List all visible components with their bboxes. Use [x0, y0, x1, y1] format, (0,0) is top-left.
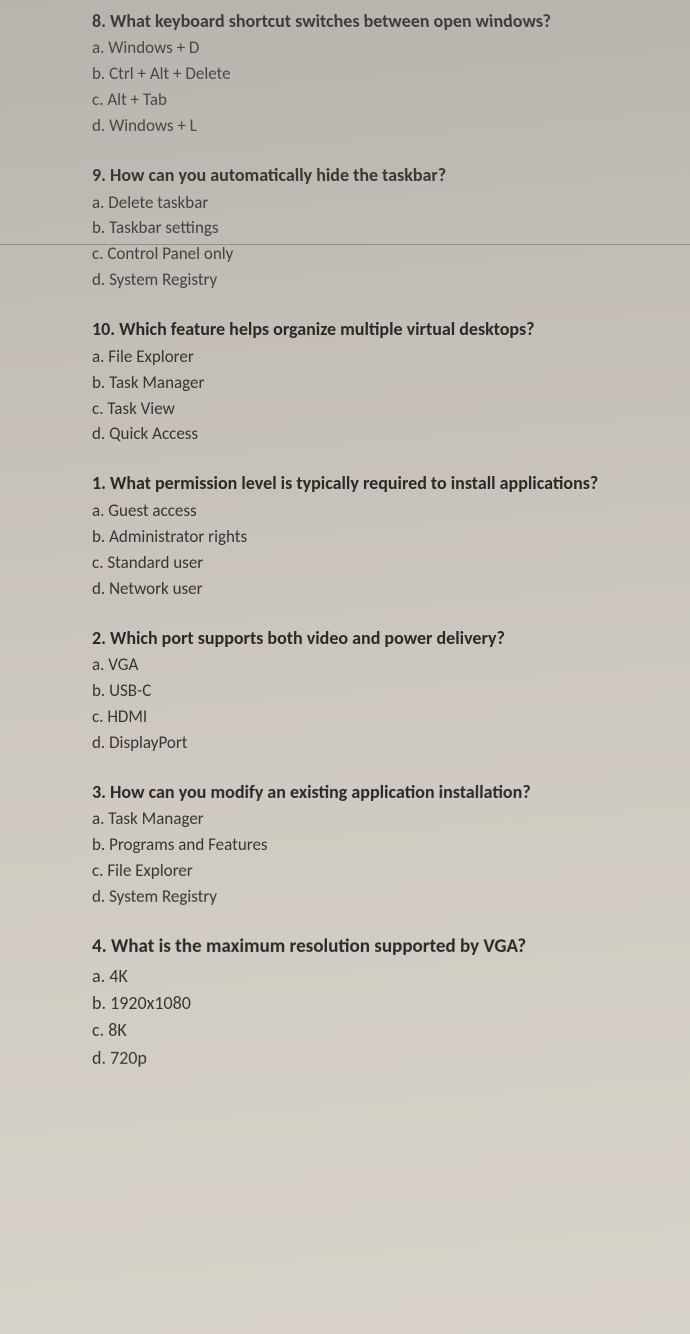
option-b-text: 1920x1080	[110, 992, 191, 1014]
question-body: How can you modify an existing applicati…	[110, 781, 531, 803]
option-b: b. 1920x1080	[92, 991, 660, 1015]
option-b-text: Ctrl + Alt + Delete	[109, 63, 231, 84]
question-4: 4. What is the maximum resolution suppor…	[92, 935, 661, 1070]
question-text: 4. What is the maximum resolution suppor…	[92, 935, 661, 960]
option-c-text: Standard user	[107, 552, 203, 573]
option-d: d. Network user	[92, 578, 660, 601]
option-c-text: HDMI	[107, 706, 147, 727]
option-a-text: VGA	[108, 654, 138, 675]
option-d-text: Quick Access	[109, 423, 198, 444]
option-d: d. 720p	[92, 1045, 659, 1069]
option-d: d. Windows + L	[92, 115, 661, 138]
option-b-text: Task Manager	[109, 372, 204, 393]
option-d: d. Quick Access	[92, 423, 660, 446]
option-b-text: Programs and Features	[109, 834, 268, 855]
option-c-text: Task View	[107, 398, 174, 419]
question-2: 2. Which port supports both video and po…	[92, 627, 660, 755]
option-c-text: Alt + Tab	[107, 89, 167, 110]
question-text: 8. What keyboard shortcut switches betwe…	[92, 10, 661, 33]
option-b: b. Taskbar settings	[92, 218, 661, 241]
option-c: c. Control Panel only	[92, 243, 661, 266]
option-a: a. VGA	[92, 654, 660, 677]
question-body: What permission level is typically requi…	[110, 472, 598, 494]
question-number: 10.	[92, 318, 115, 340]
option-b-text: Taskbar settings	[109, 218, 219, 239]
question-number: 3.	[92, 781, 106, 803]
option-d-text: 720p	[110, 1046, 147, 1068]
option-a-text: Windows + D	[108, 38, 199, 59]
option-a-text: Task Manager	[108, 808, 203, 829]
question-body: Which feature helps organize multiple vi…	[119, 318, 534, 340]
option-d-text: System Registry	[109, 269, 217, 290]
option-d: d. DisplayPort	[92, 732, 660, 755]
question-10: 10. Which feature helps organize multipl…	[92, 318, 660, 446]
question-8: 8. What keyboard shortcut switches betwe…	[92, 10, 660, 138]
option-a-text: 4K	[109, 965, 128, 987]
option-a-text: Guest access	[108, 500, 196, 521]
question-body: What keyboard shortcut switches between …	[110, 10, 552, 32]
option-c: c. File Explorer	[92, 860, 660, 883]
question-number: 1.	[92, 472, 106, 494]
question-9: 9. How can you automatically hide the ta…	[92, 164, 660, 292]
question-body: What is the maximum resolution supported…	[111, 935, 526, 958]
option-b: b. Programs and Features	[92, 834, 660, 857]
option-a: a. Task Manager	[92, 808, 661, 831]
option-d-text: System Registry	[109, 886, 217, 907]
option-d-text: Windows + L	[109, 115, 197, 136]
option-c-text: Control Panel only	[107, 243, 233, 264]
question-number: 8.	[92, 10, 106, 32]
question-text: 9. How can you automatically hide the ta…	[92, 164, 661, 187]
option-c-text: 8K	[108, 1019, 126, 1041]
option-c: c. 8K	[92, 1018, 660, 1042]
option-a: a. Windows + D	[92, 38, 661, 61]
option-d: d. System Registry	[92, 269, 661, 292]
question-text: 3. How can you modify an existing applic…	[92, 781, 661, 804]
option-c: c. HDMI	[92, 706, 660, 729]
option-c: c. Standard user	[92, 552, 660, 575]
option-a: a. Guest access	[92, 500, 660, 523]
question-body: How can you automatically hide the taskb…	[110, 164, 447, 186]
option-a-text: Delete taskbar	[108, 192, 208, 213]
option-b-text: Administrator rights	[109, 526, 247, 547]
question-3: 3. How can you modify an existing applic…	[92, 781, 661, 909]
option-b: b. Ctrl + Alt + Delete	[92, 63, 661, 86]
option-b: b. Administrator rights	[92, 526, 660, 549]
question-1: 1. What permission level is typically re…	[92, 472, 660, 600]
question-text: 1. What permission level is typically re…	[92, 472, 660, 495]
option-a: a. File Explorer	[92, 346, 660, 369]
question-number: 2.	[92, 627, 106, 649]
question-text: 10. Which feature helps organize multipl…	[92, 318, 660, 341]
option-a: a. 4K	[92, 964, 661, 988]
option-c-text: File Explorer	[107, 860, 192, 881]
option-c: c. Task View	[92, 398, 660, 421]
option-d: d. System Registry	[92, 886, 659, 909]
option-d-text: DisplayPort	[109, 732, 187, 753]
option-b-text: USB-C	[109, 680, 151, 701]
question-number: 9.	[92, 164, 106, 186]
question-body: Which port supports both video and power…	[110, 627, 505, 649]
option-b: b. USB-C	[92, 680, 660, 703]
option-d-text: Network user	[109, 578, 202, 599]
question-number: 4.	[92, 935, 107, 958]
option-a-text: File Explorer	[108, 346, 193, 367]
question-text: 2. Which port supports both video and po…	[92, 627, 660, 650]
option-a: a. Delete taskbar	[92, 192, 661, 215]
option-c: c. Alt + Tab	[92, 89, 661, 112]
option-b: b. Task Manager	[92, 372, 660, 395]
